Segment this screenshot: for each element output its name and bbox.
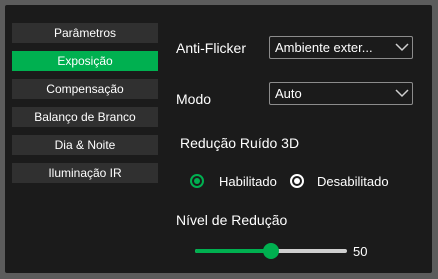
reduction-level-slider-fill: [195, 249, 271, 253]
sidebar-item-iluminacao-ir[interactable]: Iluminação IR: [12, 163, 158, 183]
anti-flicker-label: Anti-Flicker: [176, 40, 247, 56]
chevron-down-icon: [392, 84, 412, 104]
sidebar-item-label: Iluminação IR: [48, 166, 122, 180]
sidebar-item-label: Dia & Noite: [54, 138, 116, 152]
noise-reduction-title: Redução Ruído 3D: [180, 135, 300, 151]
anti-flicker-select[interactable]: Ambiente exter...: [269, 36, 413, 59]
sidebar-item-exposicao[interactable]: Exposição: [12, 51, 158, 71]
reduction-level-label: Nível de Redução: [176, 212, 288, 228]
mode-value: Auto: [275, 86, 302, 101]
sidebar-item-balanco-de-branco[interactable]: Balanço de Branco: [12, 107, 158, 127]
reduction-level-slider-thumb[interactable]: [263, 243, 279, 259]
chevron-down-icon: [392, 38, 412, 58]
disabled-radio[interactable]: [290, 174, 304, 188]
sidebar-item-label: Balanço de Branco: [34, 110, 136, 124]
enabled-radio[interactable]: [190, 174, 204, 188]
reduction-level-value: 50: [353, 244, 368, 259]
sidebar-item-parametros[interactable]: Parâmetros: [12, 23, 158, 43]
sidebar-item-dia-noite[interactable]: Dia & Noite: [12, 135, 158, 155]
sidebar-item-label: Parâmetros: [53, 26, 117, 40]
mode-select[interactable]: Auto: [269, 82, 413, 105]
sidebar-item-compensacao[interactable]: Compensação: [12, 79, 158, 99]
disabled-radio-label[interactable]: Desabilitado: [317, 174, 389, 189]
sidebar-item-label: Compensação: [46, 82, 124, 96]
enabled-radio-label[interactable]: Habilitado: [219, 174, 277, 189]
mode-label: Modo: [176, 91, 212, 107]
sidebar-item-label: Exposição: [57, 54, 113, 68]
anti-flicker-value: Ambiente exter...: [275, 40, 373, 55]
